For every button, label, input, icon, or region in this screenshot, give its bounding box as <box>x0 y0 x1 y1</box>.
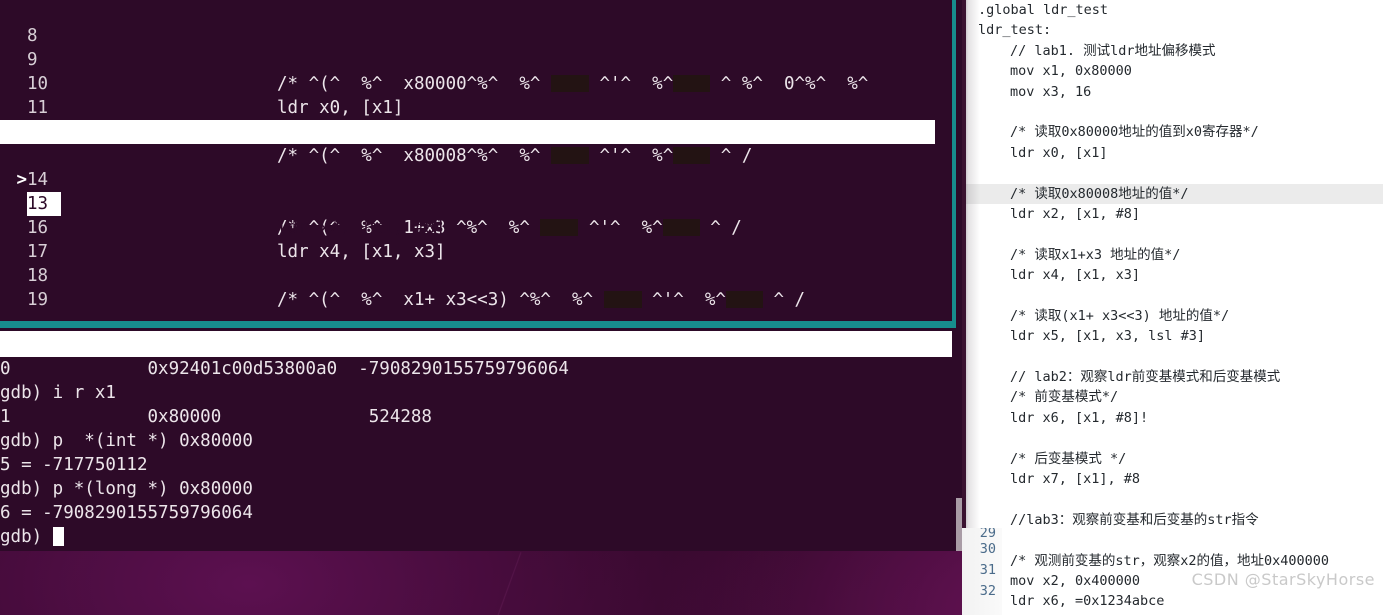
editor-line-comment: /* 后变基模式 */ <box>1010 450 1127 467</box>
editor-line-blank <box>962 347 1383 367</box>
console-line: 1 0x80000 524288 <box>0 407 432 427</box>
source-line: 19 ldr x5, [x1, x3, lsl #3] <box>0 264 935 310</box>
editor-panel-left-border <box>962 0 966 615</box>
source-line-code: ldr x2, [x1, #8] <box>277 218 446 238</box>
csdn-watermark: CSDN @StarSkyHorse <box>1191 570 1375 589</box>
console-prompt: gdb) <box>0 527 53 547</box>
editor-line: ldr x0, [x1] <box>1010 144 1108 161</box>
editor-line: mov x3, 16 <box>1010 83 1092 100</box>
current-line-highlight <box>27 120 935 144</box>
gdb-status-bar: emote Thread 1.1 In: ldr_test L13 PC: 0x… <box>0 331 952 432</box>
editor-line: ldr x6, [x1, #8]! <box>1010 409 1149 426</box>
source-line: 17 <box>0 216 935 262</box>
source-line: 15 /* ^(^ %^ 1+x3 ^%^ %^ ^'^ %^ ^ / <box>0 168 935 238</box>
wallpaper-streak <box>496 552 522 615</box>
editor-line-blank <box>962 428 1383 448</box>
console-line: 5 = -717750112 <box>0 455 148 475</box>
source-line: 16 ldr x4, [x1, x3] <box>0 192 935 262</box>
editor-line-blank <box>962 489 1383 509</box>
source-line: 8 <box>0 0 935 46</box>
editor-line-comment: //lab3：观察前变基和后变基的str指令 <box>1010 511 1259 528</box>
console-line: 0 0x92401c00d53800a0 -790829015575979606… <box>0 359 569 379</box>
source-line-current: > 13 ldr x2, [x1, #8] <box>0 120 935 238</box>
source-editor-panel[interactable]: .global ldr_test ldr_test: // lab1. 测试ld… <box>962 0 1383 615</box>
source-line-number: 13 <box>27 192 61 216</box>
source-line: 14 <box>0 144 935 190</box>
editor-line-blank <box>962 530 1383 550</box>
source-line: 18 /* ^(^ %^ x1+ x3<<3) ^%^ %^ ^'^ %^ ^ … <box>0 240 935 310</box>
editor-line-blank <box>962 102 1383 122</box>
gdb-source-pane[interactable]: 8 9 /* ^(^ %^ x80000^%^ %^ ^'^ %^ ^ %^ 0… <box>0 0 935 313</box>
source-line: 11 <box>0 72 935 118</box>
console-prompt-line[interactable]: gdb) <box>0 525 962 549</box>
editor-line: ldr x6, =0x1234abce <box>1010 593 1165 610</box>
gdb-terminal-window[interactable]: 8 9 /* ^(^ %^ x80000^%^ %^ ^'^ %^ ^ %^ 0… <box>0 0 962 551</box>
editor-line: ldr x7, [x1], #8 <box>1010 470 1141 487</box>
source-line-code: ldr x5, [x1, x3, lsl #3] <box>277 312 530 313</box>
source-line: 20 <box>0 288 935 312</box>
editor-line-blank <box>962 163 1383 183</box>
source-line: 10 ldr x0, [x1] <box>0 48 935 118</box>
text-cursor <box>52 527 64 546</box>
editor-line-comment: /* 读取x1+x3 地址的值*/ <box>1010 246 1181 263</box>
gutter-line-number: 31 <box>979 562 996 578</box>
gutter-line-number: 29 <box>979 528 996 539</box>
editor-line-comment: /* 读取(x1+ x3<<3) 地址的值*/ <box>1010 307 1230 324</box>
editor-line: ldr x4, [x1, x3] <box>1010 267 1141 284</box>
editor-line-comment-highlighted: /* 读取0x80008地址的值*/ <box>962 183 1383 204</box>
editor-line-comment: // lab2：观察ldr前变基模式和后变基模式 <box>1010 369 1281 386</box>
editor-line-number-gutter: 29 30 31 32 <box>962 528 1002 615</box>
editor-line-blank <box>962 285 1383 305</box>
console-line-command: gdb) i r x1 <box>0 383 116 403</box>
source-line: 9 /* ^(^ %^ x80000^%^ %^ ^'^ %^ ^ %^ 0^%… <box>0 24 935 94</box>
gdb-source-pane-frame: 8 9 /* ^(^ %^ x80000^%^ %^ ^'^ %^ ^ %^ 0… <box>0 0 962 331</box>
editor-line: ldr x2, [x1, #8] <box>1010 205 1141 222</box>
console-line: 6 = -7908290155759796064 <box>0 503 253 523</box>
gutter-line-number: 32 <box>979 583 996 599</box>
console-line-command: gdb) p *(long *) 0x80000 <box>0 479 253 499</box>
gutter-line-number: 30 <box>979 541 996 557</box>
editor-line: ldr x5, [x1, x3, lsl #3] <box>1010 328 1206 345</box>
editor-line-comment: /* 前变基模式*/ <box>1010 389 1119 406</box>
editor-line-comment: /* 读取0x80000地址的值到x0寄存器*/ <box>1010 124 1259 141</box>
editor-line-comment: /* 观测前变基的str，观察x2的值，地址0x400000 <box>1010 552 1330 569</box>
source-line-number: 20 <box>27 312 61 313</box>
editor-line-blank <box>962 224 1383 244</box>
editor-line: .global ldr_test <box>978 2 1109 18</box>
editor-line: mov x1, 0x80000 <box>1010 63 1132 80</box>
console-line-command: gdb) p *(int *) 0x80000 <box>0 431 253 451</box>
gdb-console[interactable]: 0 0x92401c00d53800a0 -790829015575979606… <box>0 357 962 551</box>
editor-line-comment: // lab1. 测试ldr地址偏移模式 <box>1010 42 1216 59</box>
editor-line: ldr_test: <box>978 22 1052 39</box>
source-line: 12 /* ^(^ %^ x80008^%^ %^ ^'^ %^ ^ / <box>0 96 935 166</box>
